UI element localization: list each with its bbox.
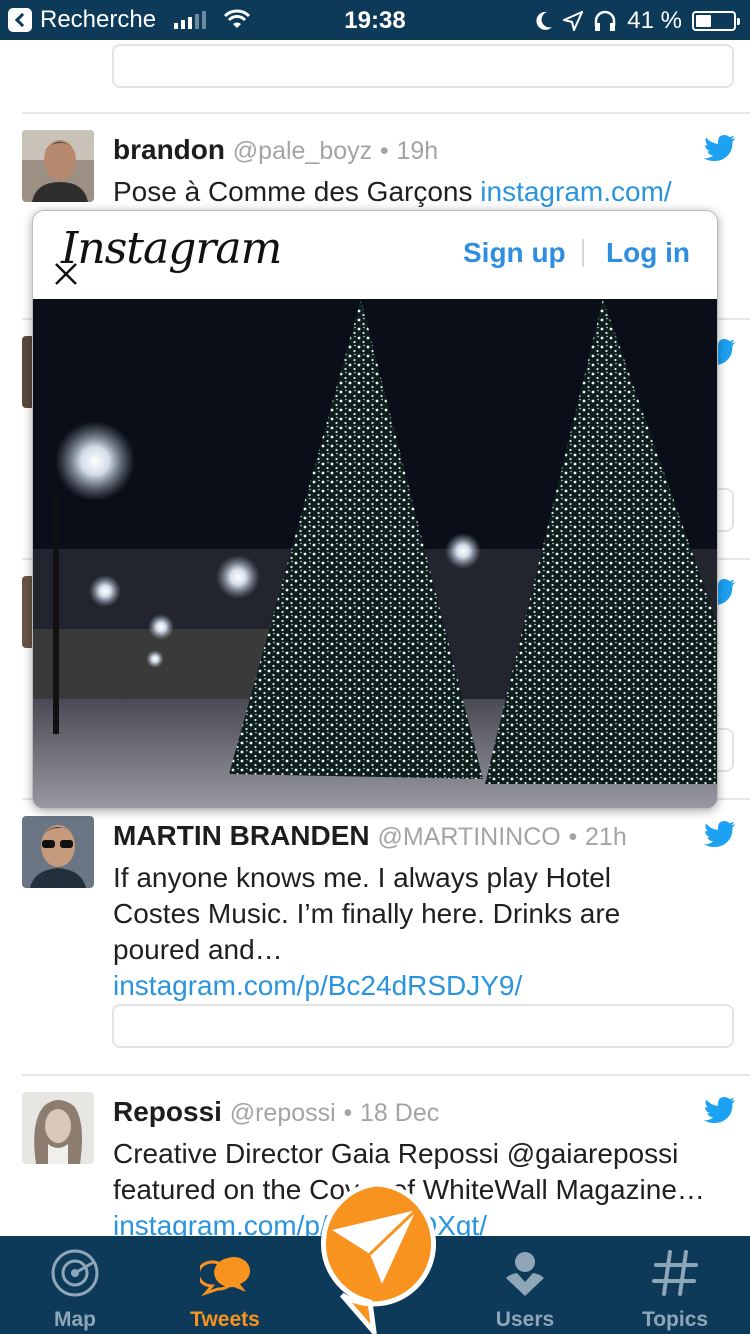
tab-tweets[interactable]: Tweets bbox=[150, 1236, 300, 1334]
tab-label: Users bbox=[495, 1308, 555, 1331]
status-indicators: 41 % bbox=[535, 7, 740, 35]
separator-dot: • bbox=[379, 137, 389, 165]
twitter-bird-icon bbox=[704, 821, 735, 847]
location-arrow-icon bbox=[563, 11, 584, 31]
tab-map[interactable]: Map bbox=[0, 1236, 150, 1334]
author-name[interactable]: brandon bbox=[113, 134, 225, 165]
headphones-icon bbox=[595, 10, 616, 31]
tweet-text-content: Pose à Comme des Garçons bbox=[113, 176, 481, 207]
tweet-header: MARTIN BRANDEN @MARTININCO • 21h bbox=[113, 820, 627, 852]
sign-up-link[interactable]: Sign up bbox=[463, 237, 566, 269]
tweet-age: 21h bbox=[585, 823, 627, 851]
instagram-embed-popup[interactable]: Instagram Sign up Log in bbox=[32, 210, 718, 809]
tweet-text: Pose à Comme des Garçons instagram.com/ bbox=[113, 174, 733, 210]
tweet-age: 18 Dec bbox=[360, 1099, 440, 1127]
chat-bubbles-icon bbox=[200, 1256, 250, 1297]
tweet-header: Repossi @repossi • 18 Dec bbox=[113, 1096, 439, 1128]
author-handle: @repossi bbox=[229, 1099, 336, 1127]
tab-label: Topics bbox=[641, 1308, 709, 1331]
app-screen: Recherche 19:38 41 % brandon @pale_boyz … bbox=[0, 0, 750, 1334]
divider bbox=[22, 112, 750, 114]
tab-users[interactable]: Users bbox=[450, 1236, 600, 1334]
tweet-link[interactable]: instagram.com/p/Bc24dRSDJY9/ bbox=[113, 970, 522, 1001]
log-in-link[interactable]: Log in bbox=[606, 237, 690, 269]
compose-button[interactable] bbox=[312, 1180, 440, 1334]
header-divider bbox=[582, 239, 584, 267]
instagram-photo[interactable] bbox=[33, 299, 718, 809]
status-bar: Recherche 19:38 41 % bbox=[0, 0, 750, 40]
close-icon[interactable] bbox=[53, 261, 79, 287]
battery-icon bbox=[692, 11, 740, 31]
tweet-header: brandon @pale_boyz • 19h bbox=[113, 134, 438, 166]
avatar[interactable] bbox=[22, 1092, 94, 1164]
link-preview-card[interactable] bbox=[112, 1004, 734, 1048]
instagram-header: Instagram Sign up Log in bbox=[33, 211, 717, 299]
user-icon bbox=[506, 1252, 544, 1296]
moon-icon bbox=[536, 11, 553, 30]
twitter-bird-icon bbox=[704, 135, 735, 161]
divider bbox=[22, 1074, 750, 1076]
tab-label: Tweets bbox=[190, 1308, 260, 1331]
instagram-logo: Instagram bbox=[61, 223, 282, 274]
link-preview-card[interactable] bbox=[112, 44, 734, 88]
tweet-text-content: If anyone knows me. I always play Hotel … bbox=[113, 862, 621, 965]
battery-percent: 41 % bbox=[627, 7, 682, 34]
tweet-age: 19h bbox=[396, 137, 439, 165]
tab-label: Map bbox=[54, 1308, 96, 1331]
avatar[interactable] bbox=[22, 130, 94, 202]
author-name[interactable]: Repossi bbox=[113, 1096, 222, 1127]
avatar[interactable] bbox=[22, 816, 94, 888]
author-handle: @pale_boyz bbox=[232, 137, 373, 165]
author-name[interactable]: MARTIN BRANDEN bbox=[113, 820, 370, 851]
twitter-bird-icon bbox=[704, 1097, 735, 1123]
author-handle: @MARTININCO bbox=[377, 823, 561, 851]
tweet-text: If anyone knows me. I always play Hotel … bbox=[113, 860, 688, 1004]
tweet-link[interactable]: instagram.com/ bbox=[480, 176, 671, 207]
tab-topics[interactable]: Topics bbox=[600, 1236, 750, 1334]
separator-dot: • bbox=[568, 823, 578, 851]
map-radar-icon bbox=[51, 1249, 99, 1297]
separator-dot: • bbox=[343, 1099, 353, 1127]
hashtag-icon bbox=[652, 1250, 698, 1296]
